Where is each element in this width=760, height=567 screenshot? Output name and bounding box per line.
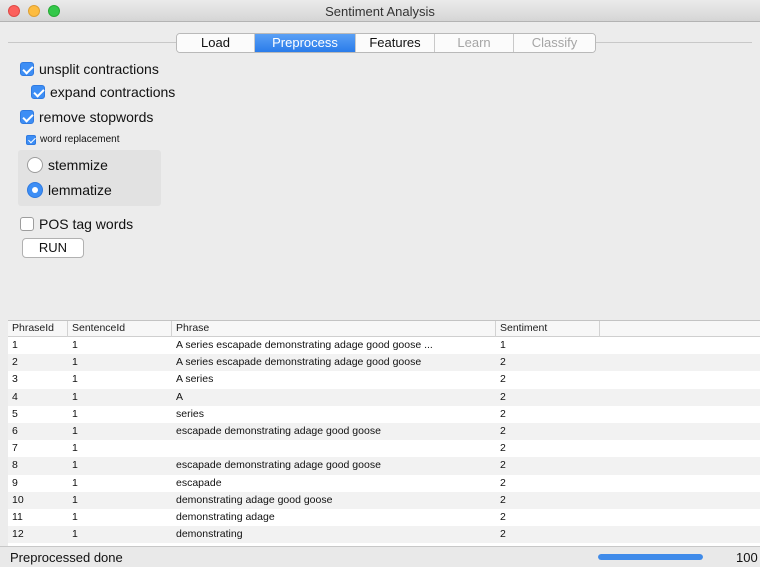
cell-phraseid: 12 [12,528,24,541]
cell-phrase [172,440,496,457]
preprocess-options-panel: unsplit contractions expand contractions… [0,44,760,320]
progress-value: 100 [736,550,758,565]
stemmize-radio[interactable] [27,157,43,173]
table-body: 11A series escapade demonstrating adage … [8,337,760,544]
cell-phraseid: 6 [12,424,18,437]
expand-contractions-label: expand contractions [50,84,176,100]
cell-phraseid: 11 [12,510,23,523]
cell-sentenceid: 1 [72,424,78,437]
unsplit-contractions-option[interactable]: unsplit contractions [20,61,159,77]
table-row[interactable]: 4 1 A 2 [8,388,760,406]
cell-phrase: escapade [176,476,222,489]
cell-sentenceid: 1 [72,510,78,523]
stemmize-option[interactable]: stemmize [27,157,108,173]
cell-phraseid: 10 [12,493,24,506]
table-row[interactable]: 9 1 escapade 2 [8,475,760,492]
cell-phrase: demonstrating [176,528,243,541]
title-bar[interactable]: Sentiment Analysis [0,0,760,22]
cell-sentiment: 1 [500,339,506,351]
lemmatize-radio[interactable] [27,182,43,198]
pos-tag-option[interactable]: POS tag words [20,216,133,232]
pos-tag-label: POS tag words [39,216,134,232]
cell-phraseid: 2 [12,356,18,369]
cell-sentiment: 2 [500,493,506,506]
cell-phrase: series [176,407,205,420]
cell-phrase: escapade demonstrating adage good goose [176,424,381,437]
table-row[interactable]: 5 1 series 2 [8,406,760,423]
app-window: Sentiment Analysis Load Preprocess Featu… [0,0,760,567]
cell-phraseid: 4 [12,390,18,403]
expand-contractions-checkbox[interactable] [31,85,45,99]
cell-sentenceid: 1 [72,356,78,369]
cell-sentiment: 2 [500,373,506,386]
unsplit-contractions-checkbox[interactable] [20,62,34,76]
remove-stopwords-checkbox[interactable] [20,110,34,124]
phrase-table[interactable]: PhraseId SentenceId Phrase Sentiment 11A… [8,320,760,546]
table-row[interactable]: 7 1 2 [8,440,760,457]
word-replacement-option[interactable]: word replacement [26,134,119,145]
cell-sentiment: 2 [500,390,506,403]
cell-sentenceid: 1 [72,442,78,455]
word-replacement-label: word replacement [40,134,120,145]
expand-contractions-option[interactable]: expand contractions [31,84,175,100]
remove-stopwords-option[interactable]: remove stopwords [20,109,153,125]
column-header-phrase[interactable]: Phrase [172,321,496,337]
cell-phraseid: 1 [12,339,18,351]
cell-sentenceid: 1 [72,493,78,506]
cell-phraseid: 3 [12,373,18,386]
cell-sentiment: 2 [500,407,506,420]
cell-sentenceid: 1 [72,339,78,351]
status-bar: Preprocessed done 100 [0,546,760,567]
word-replacement-checkbox[interactable] [26,134,36,145]
status-text: Preprocessed done [10,550,123,565]
table-row[interactable]: 8 1 escapade demonstrating adage good goos… [8,457,760,475]
cell-phrase: escapade demonstrating adage good goose [176,459,381,472]
table-row[interactable]: 10 1 demonstrating adage good goose 2 [8,491,760,509]
cell-phraseid: 8 [12,459,18,472]
cell-sentiment: 2 [500,528,506,541]
column-header-sentiment[interactable]: Sentiment [496,321,600,337]
cell-sentiment: 2 [500,459,506,472]
cell-sentiment: 2 [500,424,506,437]
remove-stopwords-label: remove stopwords [39,109,154,125]
unsplit-contractions-label: unsplit contractions [39,61,159,77]
column-header-sentenceid[interactable]: SentenceId [68,321,172,337]
cell-phraseid: 5 [12,407,18,420]
table-row[interactable]: 1 1 A series escapade demonstrating adage … [8,337,760,354]
column-header-phraseid[interactable]: PhraseId [8,321,68,337]
run-button[interactable]: RUN [22,238,84,258]
cell-sentenceid: 1 [72,528,78,541]
cell-phrase: A series escapade demonstrating adage go… [176,356,422,369]
stemmize-label: stemmize [48,157,108,173]
cell-sentiment: 2 [500,442,506,455]
normalization-radio-group: stemmize lemmatize [18,150,161,206]
lemmatize-label: lemmatize [48,182,112,198]
progress-bar [598,554,703,560]
table-row[interactable]: 6 1 escapade demonstrating adage good goos… [8,422,760,441]
cell-phrase: A series [176,373,214,386]
pos-tag-checkbox[interactable] [20,217,34,231]
table-header: PhraseId SentenceId Phrase Sentiment [8,321,760,337]
cell-phrase: demonstrating adage [176,510,275,523]
cell-sentiment: 2 [500,510,506,523]
cell-sentiment: 2 [500,356,506,369]
cell-sentenceid: 1 [72,373,78,386]
cell-sentenceid: 1 [72,476,78,489]
cell-phrase: A [176,390,184,403]
lemmatize-option[interactable]: lemmatize [27,182,112,198]
cell-phraseid: 7 [12,442,18,455]
progress-bar-fill [598,554,703,560]
cell-sentenceid: 1 [72,407,78,420]
table-row[interactable]: 2 1 A series escapade demonstrating adage … [8,354,760,372]
table-row[interactable]: 12 1 demonstrating 2 [8,526,760,544]
cell-sentiment: 2 [500,476,506,489]
cell-phraseid: 9 [12,476,18,489]
cell-sentenceid: 1 [72,390,78,403]
cell-phrase: A series escapade demonstrating adage go… [176,339,433,351]
table-row[interactable]: 3 1 A series 2 [8,371,760,388]
window-title: Sentiment Analysis [325,4,435,19]
table-row[interactable]: 11 1 demonstrating adage 2 [8,509,760,526]
cell-sentenceid: 1 [72,459,78,472]
cell-phrase: demonstrating adage good goose [176,493,333,506]
